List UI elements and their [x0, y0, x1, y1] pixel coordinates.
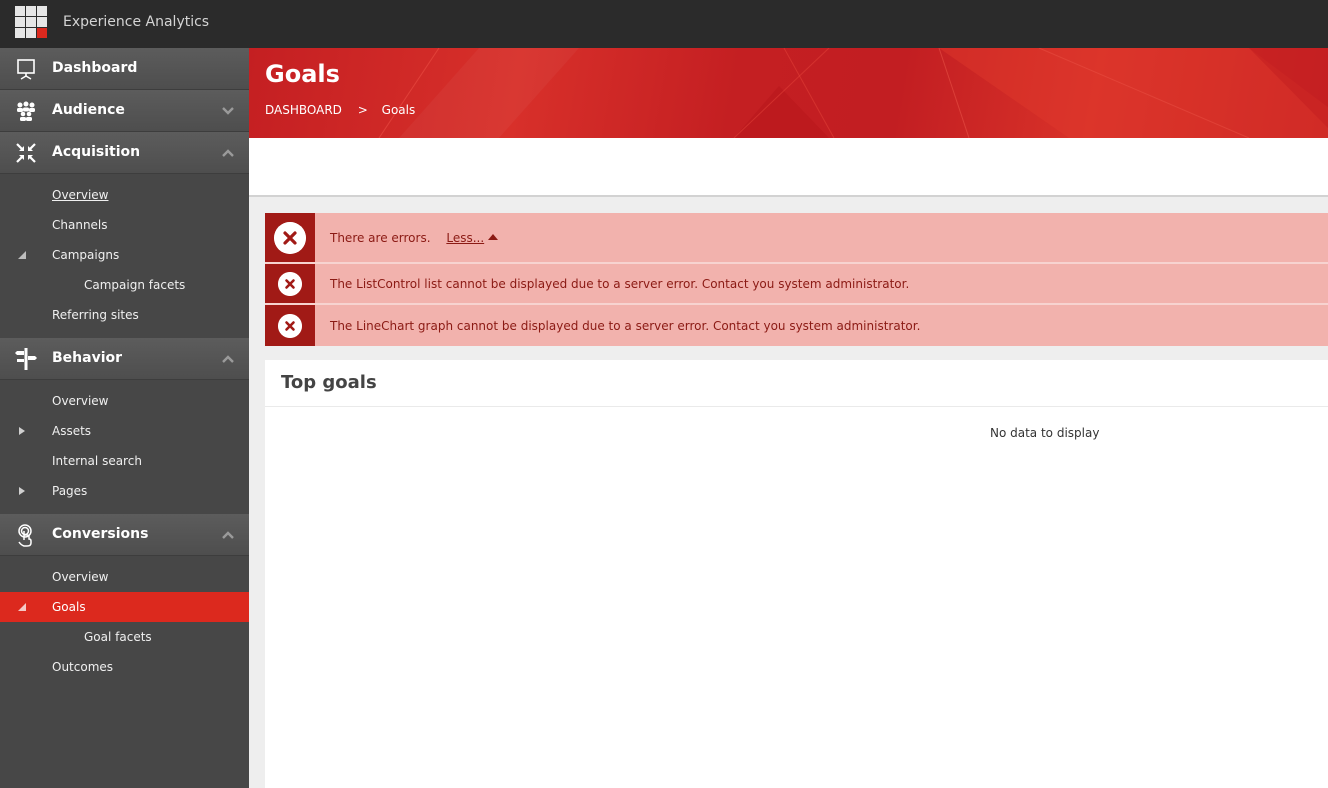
app-title: Experience Analytics — [63, 14, 210, 30]
panel-title: Top goals — [281, 372, 377, 393]
sidebar-item-label: Internal search — [52, 454, 142, 468]
sidebar-behavior-list: Overview Assets Internal search Pages — [0, 380, 249, 514]
sidebar-section-audience[interactable]: Audience — [0, 90, 249, 132]
sidebar-item-internal-search[interactable]: Internal search — [0, 446, 249, 476]
sidebar-item-label: Overview — [52, 188, 109, 202]
people-group-icon — [17, 101, 35, 121]
chevron-down-icon[interactable] — [221, 104, 235, 118]
toggle-errors-link[interactable]: Less... — [446, 231, 484, 245]
collapsed-triangle-icon[interactable] — [18, 427, 26, 435]
page-title: Goals — [265, 60, 340, 88]
error-x-icon — [274, 221, 306, 254]
error-row: The ListControl list cannot be displayed… — [265, 264, 1328, 305]
breadcrumb-separator-icon: > — [357, 103, 368, 117]
sidebar-item-label: Campaigns — [52, 248, 120, 262]
sidebar-conversions-list: Overview Goals Goal facets Outcomes — [0, 556, 249, 690]
presentation-board-icon — [17, 59, 35, 80]
expanded-triangle-icon[interactable] — [18, 251, 26, 259]
sidebar-item-label: Overview — [52, 570, 109, 584]
signpost-icon — [15, 348, 37, 370]
error-summary-row: There are errors. Less... — [265, 213, 1328, 264]
sidebar-item-label: Goal facets — [84, 630, 152, 644]
chevron-up-icon[interactable] — [221, 528, 235, 542]
sidebar-section-label: Conversions — [52, 526, 149, 542]
error-x-icon — [278, 313, 302, 338]
sidebar-item-label: Outcomes — [52, 660, 114, 674]
touch-hand-icon — [18, 524, 32, 547]
sidebar-section-label: Dashboard — [52, 60, 138, 76]
caret-up-icon[interactable] — [488, 233, 499, 240]
sidebar-item-label: Channels — [52, 218, 108, 232]
sidebar-section-behavior[interactable]: Behavior — [0, 338, 249, 380]
header-background-pattern — [378, 48, 1328, 138]
sidebar-section-dashboard[interactable]: Dashboard — [0, 48, 249, 90]
breadcrumb: DASHBOARD > Goals — [265, 103, 415, 117]
sidebar-item-campaign-facets[interactable]: Campaign facets — [0, 270, 249, 300]
sidebar-item-pages[interactable]: Pages — [0, 476, 249, 506]
sidebar-item-label: Referring sites — [52, 308, 139, 322]
sidebar-item-behavior-overview[interactable]: Overview — [0, 386, 249, 416]
sidebar-item-channels[interactable]: Channels — [0, 210, 249, 240]
error-row: The LineChart graph cannot be displayed … — [265, 305, 1328, 346]
empty-state-text: No data to display — [990, 426, 1100, 440]
error-icon-cell — [265, 305, 315, 346]
sidebar-section-conversions[interactable]: Conversions — [0, 514, 249, 556]
error-summary-message: There are errors. Less... — [330, 230, 499, 245]
sidebar-item-goal-facets[interactable]: Goal facets — [0, 622, 249, 652]
chevron-up-icon[interactable] — [221, 146, 235, 160]
panel-divider — [265, 406, 1328, 407]
error-x-icon — [278, 271, 302, 296]
chevron-up-icon[interactable] — [221, 352, 235, 366]
top-bar: Experience Analytics — [0, 0, 1328, 48]
sidebar-item-acquisition-overview[interactable]: Overview — [0, 180, 249, 210]
arrows-inward-icon — [16, 143, 36, 163]
sidebar-item-referring-sites[interactable]: Referring sites — [0, 300, 249, 330]
sidebar-item-label: Goals — [52, 600, 86, 614]
breadcrumb-link-dashboard[interactable]: DASHBOARD — [265, 103, 342, 117]
expanded-triangle-icon[interactable] — [18, 603, 26, 611]
sidebar-item-assets[interactable]: Assets — [0, 416, 249, 446]
sidebar-item-conversions-overview[interactable]: Overview — [0, 562, 249, 592]
sidebar-nav: Dashboard Audience Acquisition Overview … — [0, 48, 249, 788]
sidebar-section-label: Behavior — [52, 350, 123, 366]
error-icon-cell — [265, 213, 315, 262]
collapsed-triangle-icon[interactable] — [18, 487, 26, 495]
sidebar-section-label: Audience — [52, 102, 125, 118]
error-icon-cell — [265, 264, 315, 303]
sidebar-item-label: Campaign facets — [84, 278, 186, 292]
breadcrumb-current: Goals — [381, 103, 416, 117]
sidebar-section-label: Acquisition — [52, 144, 141, 160]
error-message: The ListControl list cannot be displayed… — [330, 276, 910, 291]
sidebar-item-label: Pages — [52, 484, 88, 498]
top-goals-panel: Top goals No data to display — [265, 360, 1328, 788]
sidebar-item-label: Assets — [52, 424, 92, 438]
page-header: Goals DASHBOARD > Goals — [249, 48, 1328, 138]
error-message: The LineChart graph cannot be displayed … — [330, 318, 921, 333]
sidebar-acquisition-list: Overview Channels Campaigns Campaign fac… — [0, 174, 249, 338]
sidebar-item-outcomes[interactable]: Outcomes — [0, 652, 249, 682]
error-summary-text: There are errors. — [330, 230, 431, 245]
app-grid-logo-icon[interactable] — [15, 6, 48, 39]
error-messages: There are errors. Less... The ListContro… — [265, 213, 1328, 346]
toolbar-area — [249, 138, 1328, 197]
sidebar-item-goals[interactable]: Goals — [0, 592, 249, 622]
sidebar-section-acquisition[interactable]: Acquisition — [0, 132, 249, 174]
sidebar-item-label: Overview — [52, 394, 109, 408]
sidebar-item-campaigns[interactable]: Campaigns — [0, 240, 249, 270]
